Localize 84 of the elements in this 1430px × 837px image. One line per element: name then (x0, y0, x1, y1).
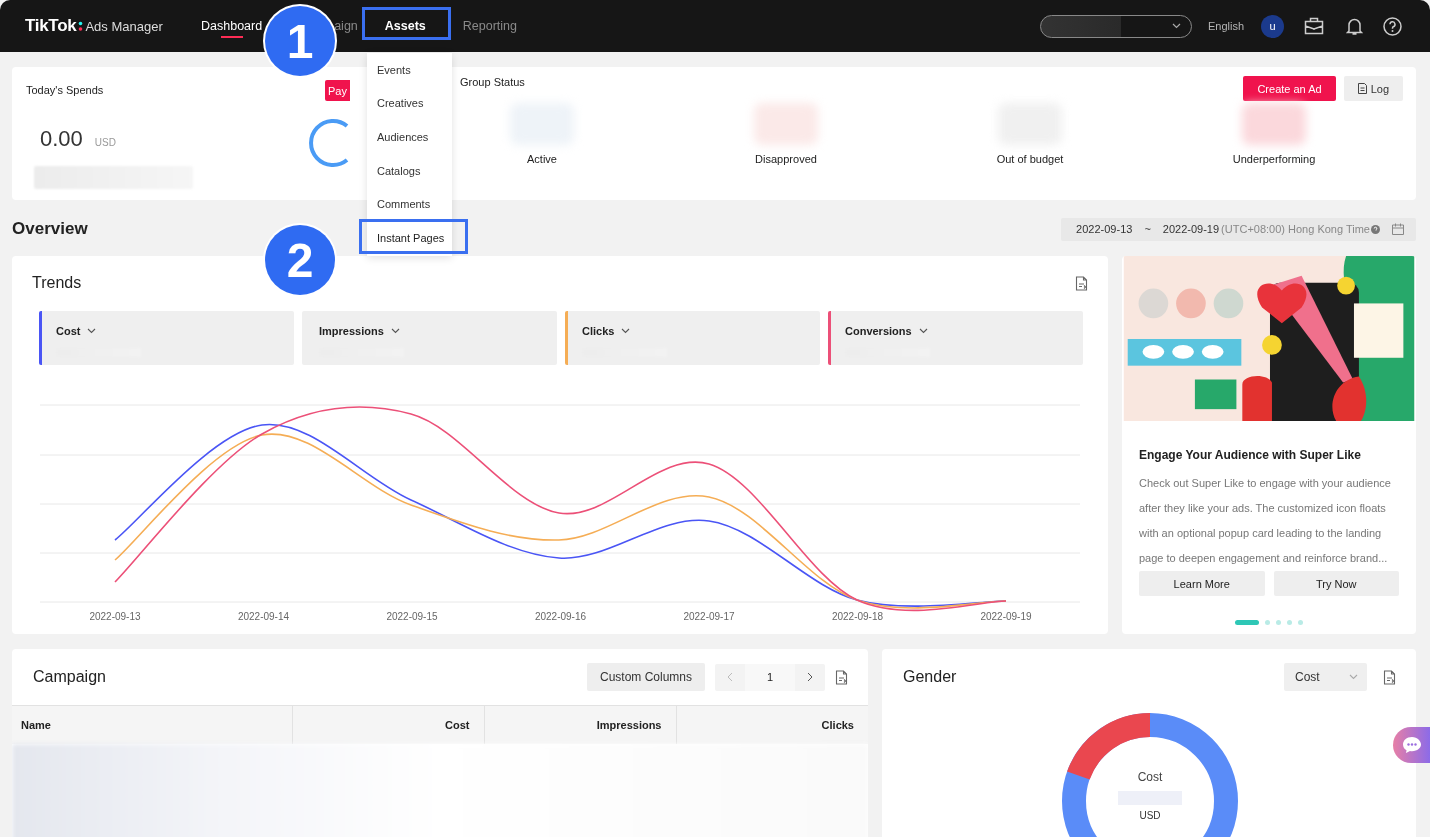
axis-label: 2022-09-14 (237, 611, 290, 622)
account-select[interactable] (1039, 14, 1192, 38)
card-title: Gender (903, 668, 957, 686)
axis-label: 2022-09-13 (89, 611, 141, 622)
nav-tab[interactable]: Reporting (462, 13, 517, 39)
page-number-field[interactable]: 1 (745, 663, 795, 691)
card-title: Trends (32, 274, 82, 292)
language-label: English (1207, 20, 1244, 32)
nav-tab[interactable]: aign (334, 13, 358, 39)
create-ad-button[interactable]: Create an Ad (1243, 76, 1336, 101)
carousel-dot[interactable] (1298, 620, 1303, 625)
metric-tab[interactable]: Conversions (828, 311, 1083, 365)
document-icon (1357, 83, 1367, 94)
start-date: 2022-09-13 (1076, 223, 1133, 235)
section-heading: Overview (12, 219, 88, 239)
card-title: Engage Your Audience with Super Like (1139, 448, 1362, 462)
menu-item[interactable]: Audiences (367, 120, 452, 154)
bell-icon[interactable] (1346, 16, 1363, 36)
caret-icon (621, 328, 631, 334)
metric-tab[interactable]: Clicks (565, 311, 820, 365)
export-icon[interactable] (835, 669, 848, 685)
card-button[interactable]: Try Now (1273, 571, 1399, 596)
metric-tab[interactable]: Impressions (302, 311, 557, 365)
caret-icon (390, 328, 400, 334)
calendar-icon[interactable] (1392, 223, 1404, 235)
donut-center-label: Cost (1137, 770, 1163, 784)
status-label: Active (527, 153, 557, 165)
axis-label: 2022-09-18 (831, 611, 884, 622)
timezone-label: (UTC+08:00) Hong Kong Time (1221, 223, 1370, 235)
log-button[interactable]: Log (1343, 76, 1403, 101)
export-icon[interactable] (1075, 275, 1088, 291)
carousel-dot[interactable] (1287, 620, 1292, 625)
caret-icon (918, 328, 928, 334)
menu-item[interactable]: Events (367, 53, 452, 87)
axis-label: 2022-09-19 (980, 611, 1032, 622)
caret-icon (1171, 23, 1181, 29)
menu-item[interactable]: Instant Pages (367, 220, 452, 255)
currency-label: USD (1139, 810, 1161, 821)
menu-item[interactable]: Comments (367, 187, 452, 221)
end-date: 2022-09-19 (1162, 223, 1220, 235)
caret-icon (1349, 674, 1358, 680)
menu-item[interactable]: Creatives (367, 86, 452, 121)
column-header[interactable]: Name (12, 705, 292, 744)
status-label: Out of budget (996, 153, 1064, 165)
logo-dots-icon (78, 21, 84, 31)
loading-spinner-icon (308, 118, 350, 168)
axis-label: 2022-09-15 (386, 611, 438, 622)
caret-icon (87, 328, 97, 334)
chat-button[interactable] (1393, 727, 1430, 763)
column-header[interactable]: Cost (292, 705, 484, 744)
next-page-button[interactable] (807, 672, 813, 682)
currency-label: USD (94, 137, 116, 148)
axis-label: 2022-09-16 (534, 611, 587, 622)
briefcase-icon[interactable] (1304, 17, 1324, 35)
card-title: Today's Spends (26, 84, 105, 96)
menu-item[interactable]: Catalogs (367, 153, 452, 188)
pay-button[interactable]: Pay (325, 80, 350, 101)
column-header[interactable]: Clicks (676, 705, 868, 744)
status-label: Underperforming (1232, 153, 1316, 165)
metric-select[interactable]: Cost (1284, 663, 1367, 691)
range-separator: ~ (1144, 223, 1151, 235)
nav-tab[interactable]: Dashboard (201, 13, 263, 39)
carousel-dot[interactable] (1265, 620, 1270, 625)
logo-wordmark: TikTok (25, 16, 77, 36)
blurred-thumbnail (1242, 103, 1306, 145)
step-marker: 2 (265, 225, 335, 295)
carousel-dot[interactable] (1276, 620, 1281, 625)
spend-amount: 0.00 (40, 126, 83, 152)
custom-columns-button[interactable]: Custom Columns (586, 663, 705, 691)
nav-tab[interactable]: Assets (384, 13, 426, 39)
chat-bubble-icon (1402, 736, 1422, 754)
card-title: Campaign (33, 668, 106, 686)
status-label: Disapproved (755, 153, 817, 165)
date-range-picker[interactable]: 2022-09-13 ~ 2022-09-19 (UTC+08:00) Hong Kong Time (1061, 217, 1416, 241)
help-icon[interactable] (1383, 16, 1402, 36)
axis-label: 2022-09-17 (683, 611, 735, 622)
export-icon[interactable] (1383, 669, 1396, 685)
product-name: Ads Manager (85, 19, 163, 34)
avatar[interactable]: u (1261, 14, 1284, 38)
column-header[interactable]: Impressions (484, 705, 676, 744)
metric-tab[interactable]: Cost (39, 311, 294, 365)
card-description: Check out Super Like to engage with your audience after they like your ads. The customized icon floats with an optional popup card leading to the landing page to deepen engagement and reinforce brand... (1139, 476, 1392, 566)
section-title: Group Status (460, 76, 525, 88)
card-button[interactable]: Learn More (1139, 571, 1265, 596)
